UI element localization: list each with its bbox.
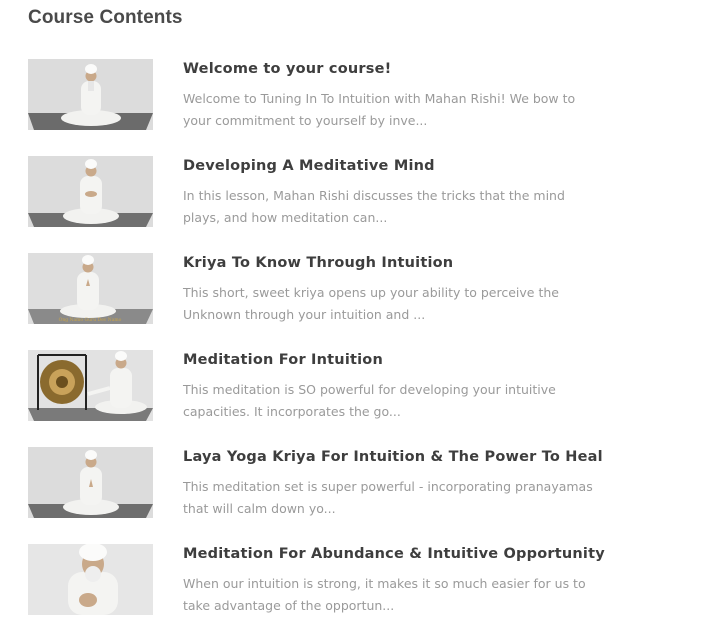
lesson-thumbnail[interactable]	[28, 350, 153, 421]
lesson-title[interactable]: Meditation For Intuition	[183, 352, 383, 368]
lesson-item[interactable]: Meditation For Abundance & Intuitive Opp…	[28, 544, 608, 616]
lesson-thumbnail[interactable]	[28, 447, 153, 518]
lesson-description: This meditation is SO powerful for devel…	[183, 382, 556, 419]
lesson-description: This meditation set is super powerful - …	[183, 479, 593, 516]
lesson-title[interactable]: Welcome to your course!	[183, 61, 391, 77]
section-title: Course Contents	[28, 7, 183, 28]
lesson-item[interactable]: Developing A Meditative Mind In this les…	[28, 156, 608, 228]
lesson-title[interactable]: Meditation For Abundance & Intuitive Opp…	[183, 546, 605, 562]
lesson-description: Welcome to Tuning In To Intuition with M…	[183, 91, 576, 128]
lesson-title[interactable]: Kriya To Know Through Intuition	[183, 255, 453, 271]
lesson-thumbnail[interactable]: Ong Namo Guru Dev Namo	[28, 253, 153, 324]
lesson-title[interactable]: Laya Yoga Kriya For Intuition & The Powe…	[183, 449, 603, 465]
lesson-thumbnail[interactable]	[28, 59, 153, 130]
lesson-item[interactable]: Welcome to your course! Welcome to Tunin…	[28, 59, 608, 131]
thumbnail-caption: Ong Namo Guru Dev Namo	[59, 317, 122, 323]
lesson-description: This short, sweet kriya opens up your ab…	[183, 285, 559, 322]
lesson-item[interactable]: Meditation For Intuition This meditation…	[28, 350, 608, 422]
lesson-description: In this lesson, Mahan Rishi discusses th…	[183, 188, 565, 225]
lesson-thumbnail[interactable]	[28, 544, 153, 615]
lesson-item[interactable]: Ong Namo Guru Dev Namo Kriya To Know Thr…	[28, 253, 608, 325]
lesson-item[interactable]: Laya Yoga Kriya For Intuition & The Powe…	[28, 447, 608, 519]
lesson-thumbnail[interactable]	[28, 156, 153, 227]
lesson-title[interactable]: Developing A Meditative Mind	[183, 158, 435, 174]
lesson-description: When our intuition is strong, it makes i…	[183, 576, 586, 613]
